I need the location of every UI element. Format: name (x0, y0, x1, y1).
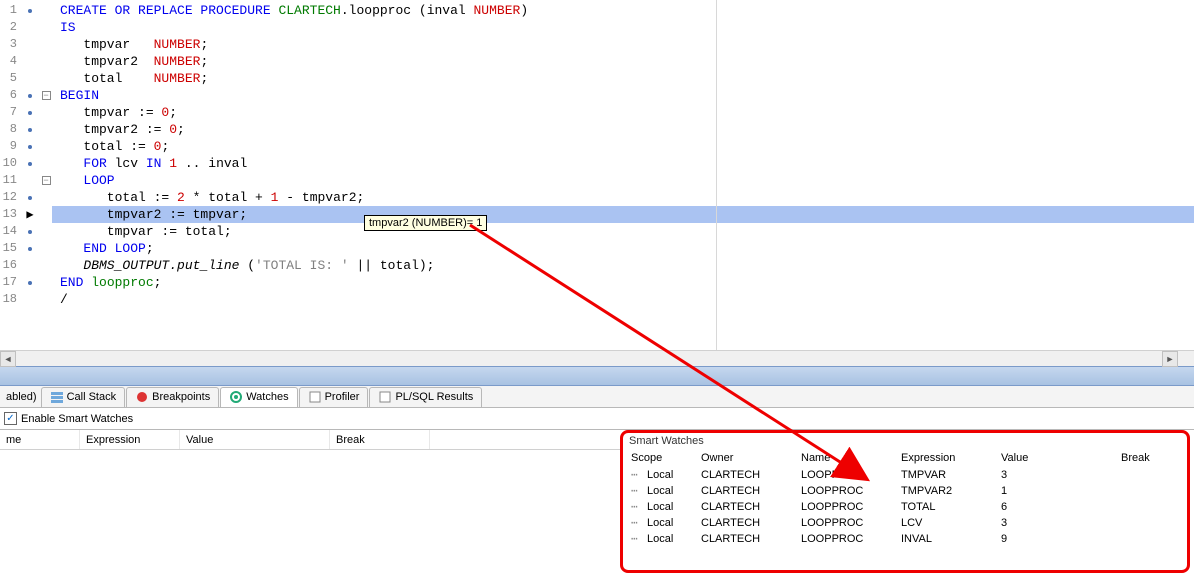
tab-plsql-results[interactable]: PL/SQL Results (369, 387, 482, 407)
hover-tooltip: tmpvar2 (NUMBER)= 1 (364, 215, 487, 231)
code-editor[interactable]: 123456789101112131415161718 ▶ −− CREATE … (0, 0, 1194, 350)
scroll-left-icon[interactable]: ◄ (0, 351, 16, 367)
scroll-right-icon[interactable]: ► (1162, 351, 1178, 367)
smart-watches-title: Smart Watches (627, 435, 1183, 447)
tab-label: Call Stack (67, 391, 117, 403)
code-area[interactable]: CREATE OR REPLACE PROCEDURE CLARTECH.loo… (52, 0, 1194, 350)
col-break[interactable]: Break (1117, 449, 1167, 467)
table-row[interactable]: ⋯LocalCLARTECHLOOPPROCINVAL9 (627, 531, 1183, 547)
tab-label: Breakpoints (152, 391, 210, 403)
call-stack-icon (50, 390, 64, 404)
tab-call-stack[interactable]: Call Stack (41, 387, 126, 407)
smart-watches-toggle-row: ✓ Enable Smart Watches (0, 408, 1194, 430)
editor-horizontal-scrollbar[interactable]: ◄ ► (0, 350, 1194, 366)
separator-band (0, 366, 1194, 386)
tab-label: Profiler (325, 391, 360, 403)
vertical-margin-line (716, 0, 717, 350)
profiler-icon (308, 390, 322, 404)
watches-panel[interactable]: me Expression Value Break (0, 430, 620, 577)
line-number-gutter: 123456789101112131415161718 (0, 0, 20, 350)
debug-tab-strip: abled) Call Stack Breakpoints Watches Pr… (0, 386, 1194, 408)
smart-watches-panel[interactable]: Smart Watches Scope Owner Name Expressio… (620, 430, 1194, 577)
tab-label: PL/SQL Results (395, 391, 473, 403)
tab-partial[interactable]: abled) (2, 391, 41, 403)
table-row[interactable]: ⋯LocalCLARTECHLOOPPROCTOTAL6 (627, 499, 1183, 515)
table-row[interactable]: ⋯LocalCLARTECHLOOPPROCTMPVAR3 (627, 467, 1183, 483)
col-expression[interactable]: Expression (897, 449, 997, 467)
enable-smart-watches-checkbox[interactable]: ✓ (4, 412, 17, 425)
fold-gutter[interactable]: −− (40, 0, 52, 350)
marker-gutter: ▶ (20, 0, 40, 350)
table-row[interactable]: ⋯LocalCLARTECHLOOPPROCLCV3 (627, 515, 1183, 531)
tab-profiler[interactable]: Profiler (299, 387, 369, 407)
results-icon (378, 390, 392, 404)
tab-label: Watches (246, 391, 288, 403)
col-scope[interactable]: Scope (627, 449, 697, 467)
tab-breakpoints[interactable]: Breakpoints (126, 387, 219, 407)
col-break[interactable]: Break (330, 430, 430, 449)
col-value[interactable]: Value (180, 430, 330, 449)
breakpoint-icon (135, 390, 149, 404)
col-expression[interactable]: Expression (80, 430, 180, 449)
watches-headers: me Expression Value Break (0, 430, 620, 450)
watches-icon (229, 390, 243, 404)
col-name[interactable]: Name (797, 449, 897, 467)
smart-watches-highlight-box: Smart Watches Scope Owner Name Expressio… (620, 430, 1190, 573)
col-name[interactable]: me (0, 430, 80, 449)
smart-watches-headers: Scope Owner Name Expression Value Break (627, 449, 1183, 467)
col-value[interactable]: Value (997, 449, 1117, 467)
tab-watches[interactable]: Watches (220, 387, 297, 407)
table-row[interactable]: ⋯LocalCLARTECHLOOPPROCTMPVAR21 (627, 483, 1183, 499)
enable-smart-watches-label: Enable Smart Watches (21, 413, 133, 425)
col-owner[interactable]: Owner (697, 449, 797, 467)
